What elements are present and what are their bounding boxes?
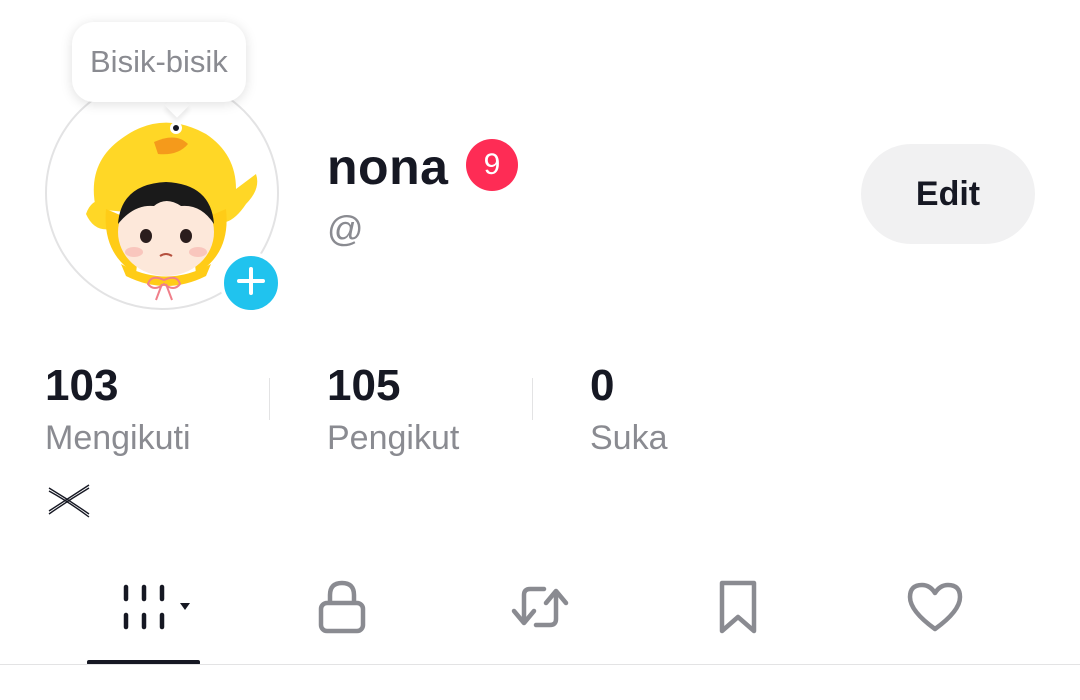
profile-handle: @ bbox=[327, 208, 364, 249]
tab-reposts[interactable] bbox=[506, 578, 574, 640]
stat-likes[interactable]: 0 Suka bbox=[590, 360, 668, 460]
stat-following[interactable]: 103 Mengikuti bbox=[45, 360, 191, 460]
edit-profile-button[interactable]: Edit bbox=[861, 144, 1035, 244]
stat-divider bbox=[532, 378, 533, 420]
stat-following-label: Mengikuti bbox=[45, 419, 191, 457]
tab-liked[interactable] bbox=[900, 578, 970, 640]
stat-followers-label: Pengikut bbox=[327, 419, 460, 457]
profile-name: nona bbox=[327, 139, 449, 195]
add-avatar-button[interactable] bbox=[220, 252, 282, 314]
stat-following-value: 103 bbox=[45, 361, 119, 410]
stat-likes-value: 0 bbox=[590, 361, 615, 410]
repost-icon bbox=[508, 579, 572, 640]
grid-icon bbox=[110, 581, 190, 638]
plus-icon bbox=[236, 266, 266, 301]
tab-bar-border bbox=[0, 664, 1080, 665]
tab-videos[interactable] bbox=[102, 578, 198, 640]
tab-private[interactable] bbox=[310, 578, 374, 640]
stat-divider bbox=[269, 378, 270, 420]
tab-saved[interactable] bbox=[710, 578, 766, 640]
lock-icon bbox=[316, 579, 368, 640]
profile-page: Bisik-bisik nona 9 @ Edit 103 Mengikuti … bbox=[0, 0, 1080, 700]
bookmark-icon bbox=[714, 579, 762, 640]
heart-icon bbox=[904, 579, 966, 640]
cross-symbol-icon bbox=[45, 482, 93, 525]
stat-likes-label: Suka bbox=[590, 419, 668, 457]
status-bubble[interactable]: Bisik-bisik bbox=[72, 22, 246, 102]
stat-followers-value: 105 bbox=[327, 361, 401, 410]
status-bubble-text: Bisik-bisik bbox=[90, 44, 228, 79]
notification-badge: 9 bbox=[466, 139, 518, 191]
stat-followers[interactable]: 105 Pengikut bbox=[327, 360, 459, 460]
